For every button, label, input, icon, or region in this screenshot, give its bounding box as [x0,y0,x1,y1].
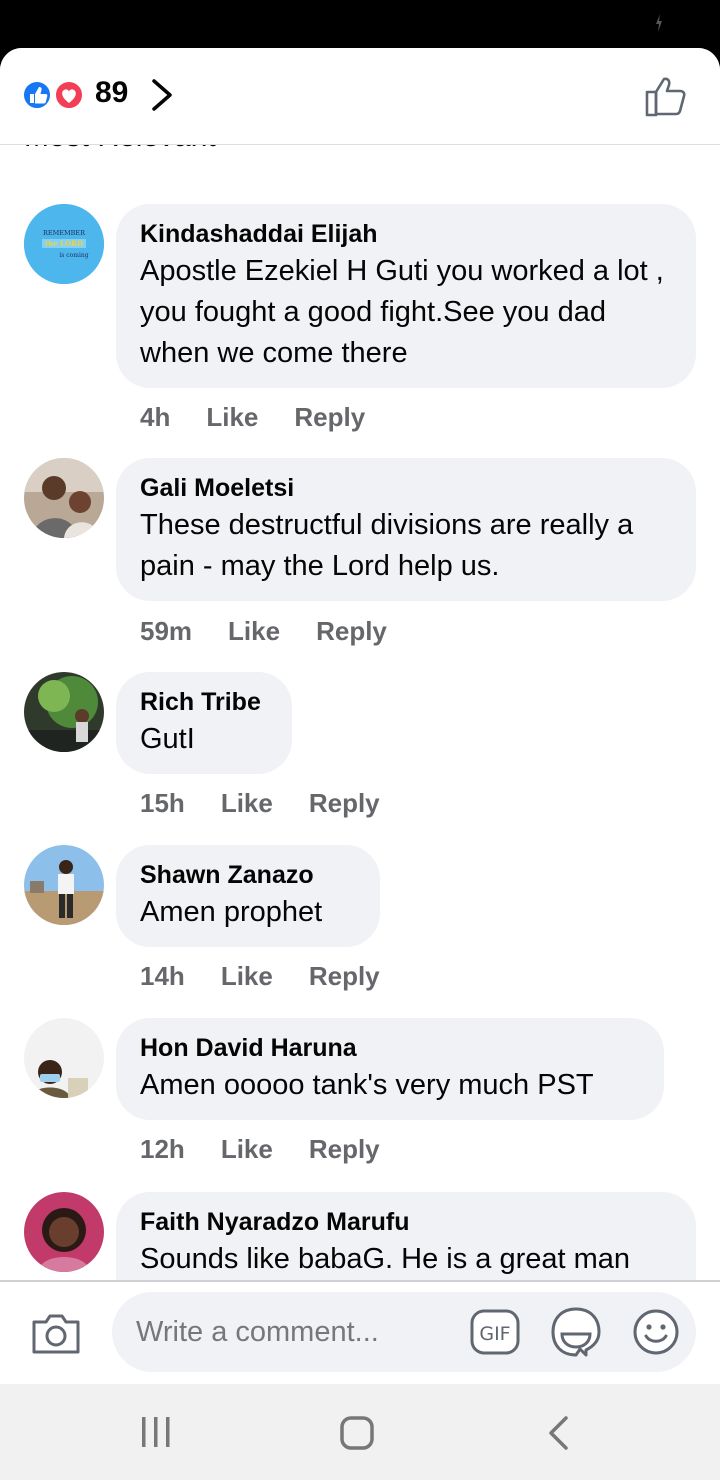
reply-button[interactable]: Reply [316,616,387,646]
comment-author[interactable]: Shawn Zanazo [140,859,356,891]
like-button[interactable]: Like [221,788,273,818]
like-reaction-icon [22,80,52,110]
avatar-image [24,672,104,752]
avatar-image: REMEMBER the LORD is coming [24,204,104,284]
comment-bubble[interactable]: Hon David Haruna Amen ooooo tank's very … [116,1018,664,1120]
like-button[interactable]: Like [228,616,280,646]
comment-actions: 15h Like Reply [140,788,416,819]
sticker-icon[interactable] [550,1306,602,1358]
comment-bubble[interactable]: Kindashaddai Elijah Apostle Ezekiel H Gu… [116,204,696,388]
comment-time: 15h [140,788,185,818]
avatar-image [24,1018,104,1098]
reactions-header: 89 [0,48,720,144]
reply-button[interactable]: Reply [309,961,380,991]
love-reaction-icon [54,80,84,110]
gif-icon[interactable]: GIF [470,1308,520,1356]
like-button[interactable]: Like [206,402,258,432]
recent-apps-icon[interactable] [138,1414,174,1450]
comment-bubble[interactable]: Shawn Zanazo Amen prophet [116,845,380,947]
comment-actions: 59m Like Reply [140,616,423,647]
avatar[interactable] [24,458,104,538]
reply-button[interactable]: Reply [309,1134,380,1164]
comment-time: 14h [140,961,185,991]
avatar-image [24,458,104,538]
comment-composer: GIF [0,1282,720,1384]
comment-text: GutI [140,723,195,755]
comments-sheet: 89 Most Relevant▼ REMEMBER the LORD is c… [0,48,720,1384]
comment-author[interactable]: Gali Moeletsi [140,472,672,504]
comment-time: 4h [140,402,171,432]
avatar[interactable] [24,1192,104,1272]
reaction-count[interactable]: 89 [95,76,128,110]
comment-text: Amen prophet [140,896,323,928]
comment-time: 12h [140,1134,185,1164]
comment-time: 59m [140,616,193,646]
reply-button[interactable]: Reply [309,788,380,818]
comment-bubble[interactable]: Gali Moeletsi These destructful division… [116,458,696,601]
comment-text: Sounds like babaG. He is a great man [140,1243,631,1275]
reply-button[interactable]: Reply [294,402,365,432]
header-divider [0,144,720,145]
like-post-icon[interactable] [644,74,690,118]
avatar-text-2: the LORD [45,239,83,248]
comment-author[interactable]: Kindashaddai Elijah [140,218,672,250]
comment-author[interactable]: Rich Tribe [140,686,268,718]
camera-icon[interactable] [30,1310,82,1358]
back-icon[interactable] [544,1414,574,1452]
status-bar [0,0,720,48]
comment-text: These destructful divisions are really a… [140,509,634,582]
gif-label: GIF [479,1323,510,1345]
comment-text: Apostle Ezekiel H Guti you worked a lot … [140,255,664,369]
comment-actions: 4h Like Reply [140,402,401,433]
comment-list: REMEMBER the LORD is coming Kindashaddai… [0,48,720,1312]
comment-author[interactable]: Hon David Haruna [140,1032,640,1064]
avatar-image [24,1192,104,1272]
emoji-icon[interactable] [632,1308,680,1356]
comment-text: Amen ooooo tank's very much PST [140,1069,594,1101]
system-navigation-bar [0,1384,720,1480]
comment-actions: 12h Like Reply [140,1134,416,1165]
like-button[interactable]: Like [221,961,273,991]
avatar[interactable] [24,845,104,925]
comment-author[interactable]: Faith Nyaradzo Marufu [140,1206,672,1238]
comment-input[interactable] [112,1292,696,1372]
avatar-image [24,845,104,925]
comment-actions: 14h Like Reply [140,961,416,992]
avatar[interactable]: REMEMBER the LORD is coming [24,204,104,284]
like-button[interactable]: Like [221,1134,273,1164]
home-icon[interactable] [338,1414,376,1452]
avatar-text-3: is coming [59,252,88,259]
comment-bubble[interactable]: Rich Tribe GutI [116,672,292,774]
avatar-text-1: REMEMBER [43,229,86,237]
chevron-right-icon[interactable] [150,78,174,112]
avatar[interactable] [24,672,104,752]
charging-icon [656,14,662,32]
avatar[interactable] [24,1018,104,1098]
reaction-icons[interactable] [22,80,88,110]
